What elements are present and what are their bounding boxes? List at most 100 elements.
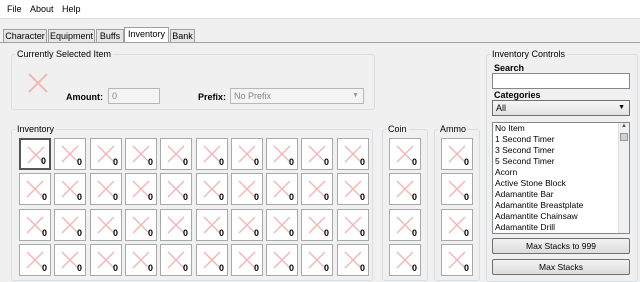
ammo-slot[interactable]: 0 [441, 173, 473, 205]
list-item[interactable]: Adamantite Drill [493, 222, 629, 233]
inventory-slot[interactable]: 0 [54, 138, 86, 170]
inventory-slot[interactable]: 0 [19, 138, 51, 170]
inventory-slot[interactable]: 0 [125, 209, 157, 241]
inventory-slot[interactable]: 0 [19, 173, 51, 205]
tab-bank[interactable]: Bank [170, 29, 195, 42]
inventory-slot[interactable]: 0 [90, 244, 122, 276]
slot-count: 0 [112, 228, 118, 238]
list-item[interactable]: 3 Second Timer [493, 145, 629, 156]
categories-value: All [496, 103, 507, 113]
slot-count: 0 [112, 263, 118, 273]
inventory-slot[interactable]: 0 [266, 244, 298, 276]
inventory-slot[interactable]: 0 [19, 209, 51, 241]
list-item[interactable]: Adamantite Chainsaw [493, 211, 629, 222]
prefix-label: Prefix: [198, 92, 227, 102]
list-item[interactable]: Acorn [493, 167, 629, 178]
list-item[interactable]: Adamantite Bar [493, 189, 629, 200]
menu-bar: File About Help [0, 0, 640, 19]
inventory-slot[interactable]: 0 [160, 244, 192, 276]
slot-count: 0 [147, 157, 153, 167]
selected-item-group: Currently Selected Item Amount: 0 Prefix… [11, 49, 375, 110]
list-item[interactable]: No Item [493, 123, 629, 134]
tab-inventory[interactable]: Inventory [124, 27, 169, 43]
tab-character[interactable]: Character [3, 29, 47, 42]
inventory-slot[interactable]: 0 [196, 173, 228, 205]
inventory-slot[interactable]: 0 [90, 209, 122, 241]
slot-count: 0 [463, 192, 469, 202]
slot-count: 0 [359, 263, 365, 273]
max-stacks-button[interactable]: Max Stacks [492, 259, 630, 275]
menu-help[interactable]: Help [62, 4, 81, 14]
slot-count: 0 [288, 157, 294, 167]
selected-item-legend: Currently Selected Item [15, 49, 114, 59]
inventory-slot[interactable]: 0 [19, 244, 51, 276]
inventory-slot[interactable]: 0 [160, 209, 192, 241]
list-item[interactable]: 5 Second Timer [493, 156, 629, 167]
amount-field[interactable]: 0 [108, 88, 160, 104]
inventory-slot[interactable]: 0 [266, 173, 298, 205]
inventory-slot[interactable]: 0 [301, 244, 333, 276]
slot-count: 0 [112, 157, 118, 167]
menu-about[interactable]: About [30, 4, 54, 14]
slot-count: 0 [147, 228, 153, 238]
scroll-up-icon[interactable]: ▲ [620, 123, 628, 131]
categories-select[interactable]: All ▼ [492, 100, 630, 116]
menu-file[interactable]: File [7, 4, 22, 14]
inventory-slot[interactable]: 0 [266, 138, 298, 170]
slot-count: 0 [288, 228, 294, 238]
inventory-slot[interactable]: 0 [301, 209, 333, 241]
slot-count: 0 [76, 263, 82, 273]
listbox-scrollbar[interactable]: ▲ [618, 123, 629, 233]
inventory-slot[interactable]: 0 [54, 209, 86, 241]
inventory-slot[interactable]: 0 [231, 173, 263, 205]
inventory-slot[interactable]: 0 [337, 173, 369, 205]
slot-count: 0 [76, 192, 82, 202]
ammo-slot[interactable]: 0 [441, 244, 473, 276]
inventory-slot[interactable]: 0 [301, 173, 333, 205]
slot-count: 0 [41, 192, 47, 202]
inventory-slot[interactable]: 0 [231, 244, 263, 276]
coin-slot[interactable]: 0 [389, 244, 421, 276]
prefix-value: No Prefix [234, 91, 272, 101]
coin-slot[interactable]: 0 [389, 173, 421, 205]
inventory-slot[interactable]: 0 [160, 173, 192, 205]
list-item[interactable]: 1 Second Timer [493, 134, 629, 145]
prefix-select[interactable]: No Prefix ▼ [230, 88, 364, 104]
inventory-slot[interactable]: 0 [337, 244, 369, 276]
inventory-slot[interactable]: 0 [337, 209, 369, 241]
max-stacks-999-button[interactable]: Max Stacks to 999 [492, 238, 630, 254]
inventory-slot[interactable]: 0 [54, 173, 86, 205]
inventory-slot[interactable]: 0 [196, 209, 228, 241]
inventory-slot[interactable]: 0 [337, 138, 369, 170]
list-item[interactable]: Active Stone Block [493, 178, 629, 189]
inventory-slot[interactable]: 0 [196, 138, 228, 170]
inventory-group: Inventory 0 0 0 0 0 0 0 0 0 0 0 0 0 0 0 0 0 0 0 0 0 0 0 0 0 0 0 0 0 0… [11, 124, 373, 281]
inventory-slot[interactable]: 0 [231, 209, 263, 241]
inventory-slot[interactable]: 0 [125, 244, 157, 276]
chevron-down-icon: ▼ [618, 104, 625, 111]
inventory-slot[interactable]: 0 [301, 138, 333, 170]
ammo-slot[interactable]: 0 [441, 209, 473, 241]
inventory-slot[interactable]: 0 [125, 173, 157, 205]
slot-count: 0 [182, 263, 188, 273]
tab-buffs[interactable]: Buffs [96, 29, 124, 42]
inventory-slot[interactable]: 0 [160, 138, 192, 170]
item-listbox[interactable]: No Item 1 Second Timer 3 Second Timer 5 Sec… [492, 122, 630, 234]
inventory-slot[interactable]: 0 [90, 173, 122, 205]
list-item[interactable]: Adamantite Breastplate [493, 200, 629, 211]
scroll-thumb[interactable] [620, 133, 628, 141]
inventory-slot[interactable]: 0 [125, 138, 157, 170]
slot-count: 0 [182, 157, 188, 167]
coin-slot[interactable]: 0 [389, 209, 421, 241]
ammo-slot[interactable]: 0 [441, 138, 473, 170]
tab-equipment[interactable]: Equipment [48, 29, 95, 42]
search-input[interactable] [492, 73, 630, 89]
coin-slot[interactable]: 0 [389, 138, 421, 170]
inventory-slot[interactable]: 0 [54, 244, 86, 276]
slot-count: 0 [253, 157, 259, 167]
inventory-slot[interactable]: 0 [196, 244, 228, 276]
coin-legend: Coin [386, 124, 409, 134]
inventory-slot[interactable]: 0 [266, 209, 298, 241]
inventory-slot[interactable]: 0 [90, 138, 122, 170]
inventory-slot[interactable]: 0 [231, 138, 263, 170]
